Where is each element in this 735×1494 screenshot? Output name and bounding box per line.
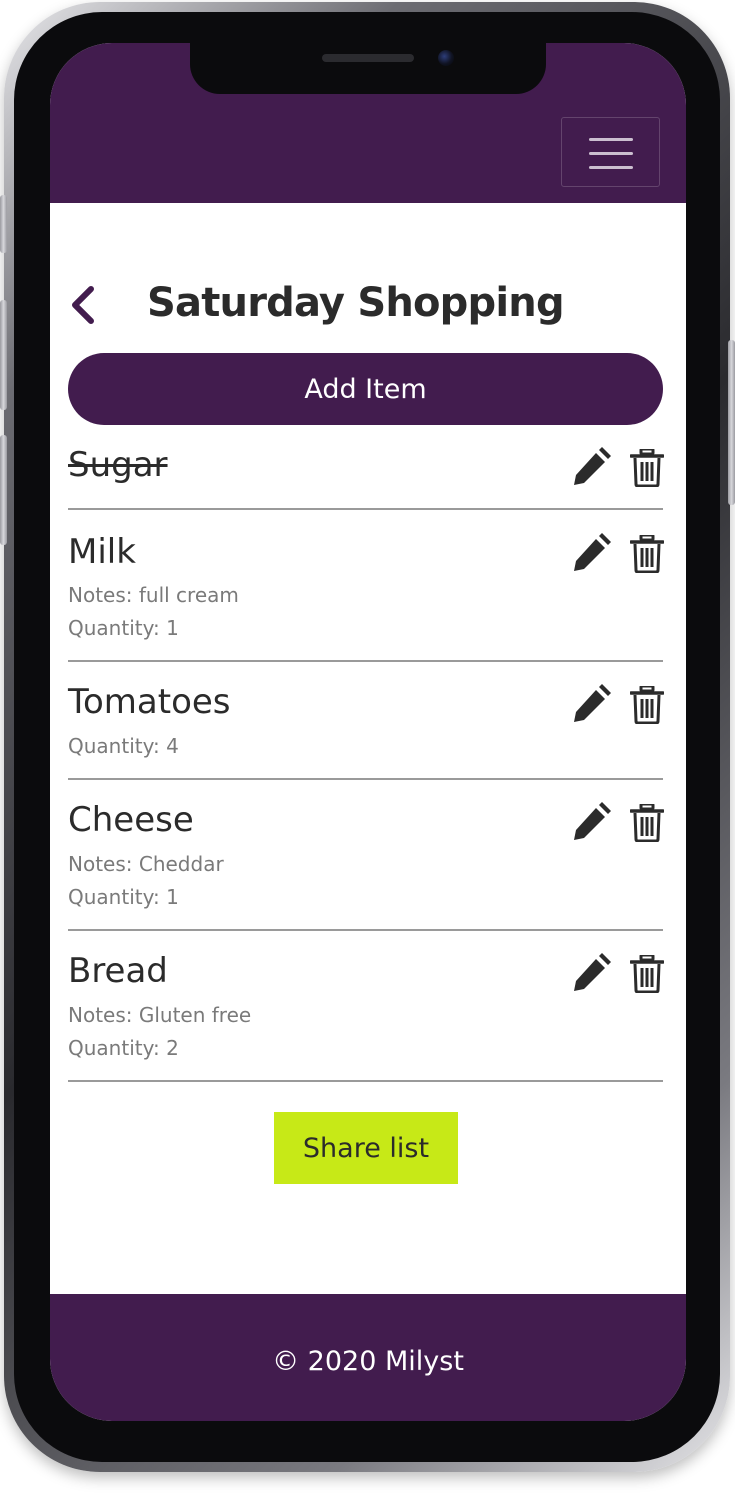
list-item: Sugar [68,441,664,510]
app-screen: Saturday Shopping Add Item Sugar Milk No… [50,43,686,1421]
phone-side-button [0,195,7,253]
list-item: Tomatoes Quantity: 4 [68,662,664,780]
trash-icon[interactable] [630,686,664,724]
phone-power-button [728,340,735,505]
pencil-icon[interactable] [571,533,611,573]
pencil-icon[interactable] [571,447,611,487]
item-notes: Notes: full cream [68,583,239,607]
chevron-left-icon[interactable] [68,285,98,325]
item-quantity: Quantity: 1 [68,885,179,909]
item-name[interactable]: Milk [68,532,136,572]
list-item: Milk Notes: full cream Quantity: 1 [68,510,664,662]
phone-side-button [0,435,7,545]
list-item: Bread Notes: Gluten free Quantity: 2 [68,931,664,1082]
list-item: Cheese Notes: Cheddar Quantity: 1 [68,780,664,931]
share-list-button[interactable]: Share list [274,1112,458,1184]
item-quantity: Quantity: 4 [68,734,179,758]
item-name[interactable]: Tomatoes [68,682,231,722]
item-notes: Notes: Gluten free [68,1003,252,1027]
item-quantity: Quantity: 2 [68,1036,179,1060]
item-name[interactable]: Bread [68,951,168,991]
add-item-button[interactable]: Add Item [68,353,663,425]
copyright-text: © 2020 Milyst [272,1346,464,1377]
title-row: Saturday Shopping [50,273,686,333]
trash-icon[interactable] [630,804,664,842]
trash-icon[interactable] [630,955,664,993]
hamburger-menu-icon[interactable] [561,117,660,187]
phone-notch [190,42,546,94]
page-title: Saturday Shopping [147,280,565,326]
item-name[interactable]: Cheese [68,800,194,840]
app-footer: © 2020 Milyst [50,1294,686,1421]
trash-icon[interactable] [630,535,664,573]
item-quantity: Quantity: 1 [68,616,179,640]
item-notes: Notes: Cheddar [68,852,224,876]
trash-icon[interactable] [630,449,664,487]
speaker-grille [322,54,414,62]
pencil-icon[interactable] [571,953,611,993]
pencil-icon[interactable] [571,802,611,842]
pencil-icon[interactable] [571,684,611,724]
item-name[interactable]: Sugar [68,445,168,485]
phone-side-button [0,300,7,410]
front-camera [438,50,454,66]
